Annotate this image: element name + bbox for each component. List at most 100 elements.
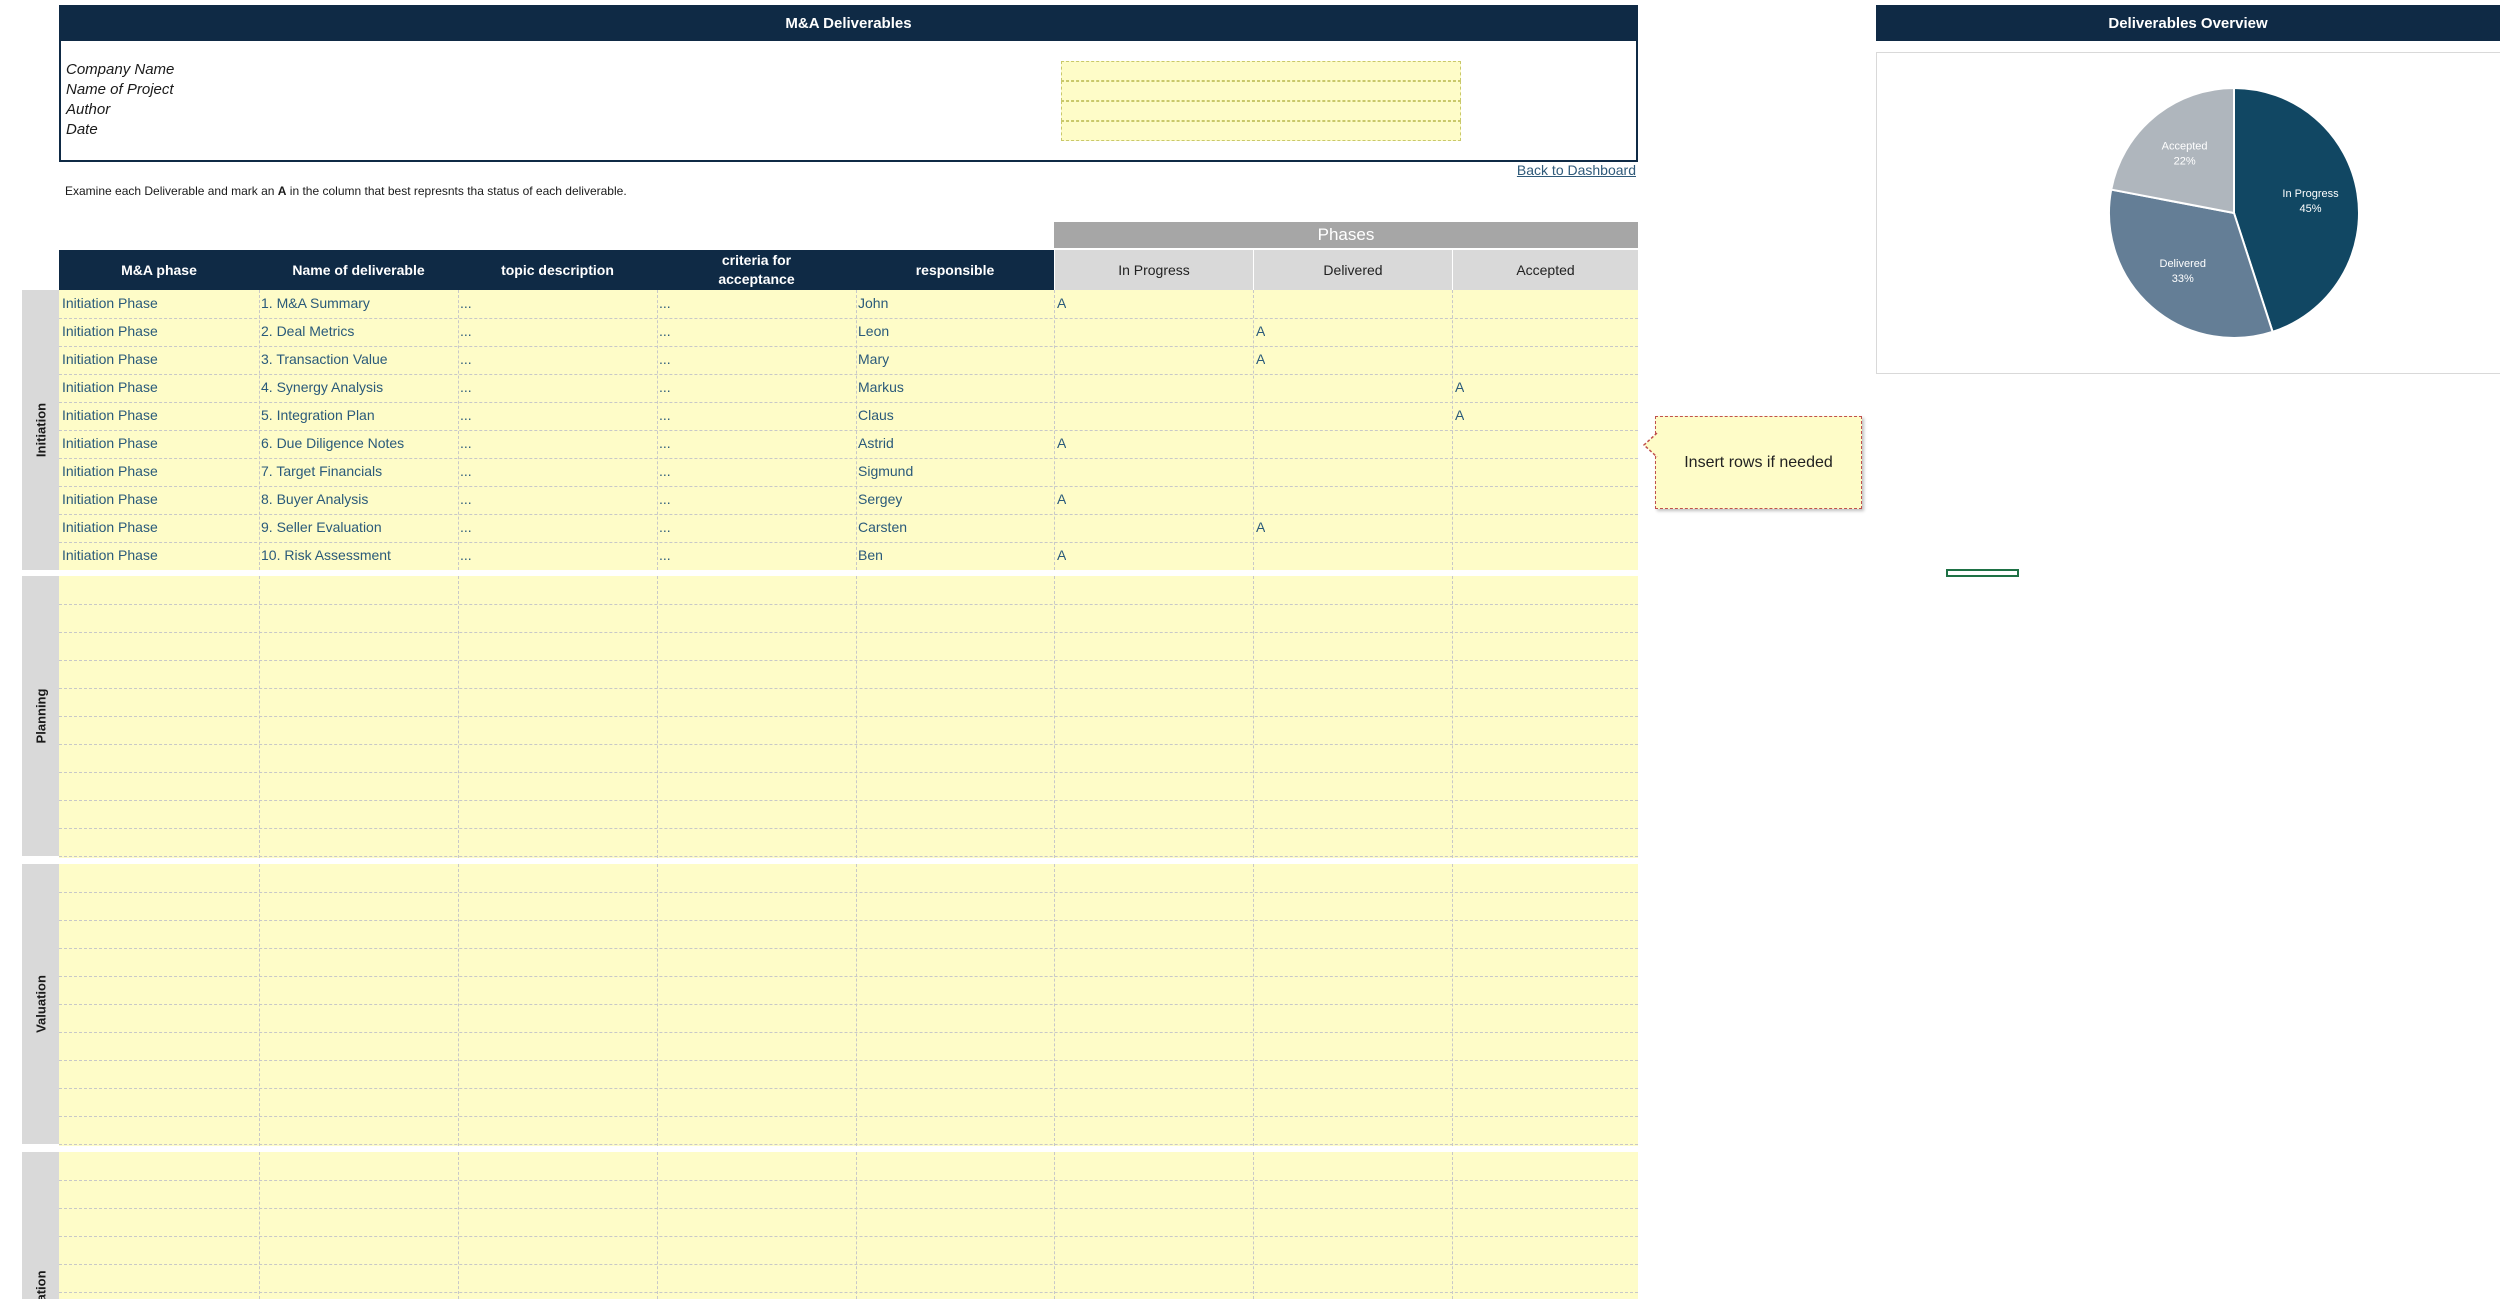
date-field[interactable] — [1061, 121, 1461, 141]
topic-cell[interactable]: ... — [460, 317, 472, 345]
in-progress-cell[interactable]: A — [1057, 541, 1066, 569]
col-header-topic: topic description — [458, 250, 657, 290]
section-label-valuation: Valuation — [22, 864, 59, 1144]
ma-phase-cell[interactable]: Initiation Phase — [62, 457, 158, 485]
grid-row-line — [59, 772, 1638, 773]
grid-row-line — [59, 856, 1638, 857]
in-progress-cell[interactable]: A — [1057, 485, 1066, 513]
criteria-cell[interactable]: ... — [659, 289, 671, 317]
topic-cell[interactable]: ... — [460, 289, 472, 317]
deliverables-title-bar: M&A Deliverables — [59, 5, 1638, 41]
grid-row-line — [59, 1088, 1638, 1089]
deliverable-name-cell[interactable]: 3. Transaction Value — [261, 345, 388, 373]
accepted-cell[interactable]: A — [1455, 373, 1464, 401]
criteria-cell[interactable]: ... — [659, 429, 671, 457]
responsible-cell[interactable]: John — [858, 289, 888, 317]
delivered-cell[interactable]: A — [1256, 317, 1265, 345]
topic-cell[interactable]: ... — [460, 401, 472, 429]
back-to-dashboard-link[interactable]: Back to Dashboard — [1480, 162, 1636, 178]
ma-phase-cell[interactable]: Initiation Phase — [62, 289, 158, 317]
ma-phase-cell[interactable]: Initiation Phase — [62, 429, 158, 457]
topic-cell[interactable]: ... — [460, 345, 472, 373]
author-field[interactable] — [1061, 101, 1461, 121]
grid-row-line — [59, 800, 1638, 801]
planning-section-grid[interactable] — [59, 576, 1638, 858]
grid-column-line — [1054, 1152, 1055, 1299]
ma-phase-cell[interactable]: Initiation Phase — [62, 485, 158, 513]
responsible-cell[interactable]: Leon — [858, 317, 889, 345]
responsible-cell[interactable]: Astrid — [858, 429, 894, 457]
grid-row-line — [59, 604, 1638, 605]
grid-column-line — [1054, 864, 1055, 1146]
ma-phase-cell[interactable]: Initiation Phase — [62, 541, 158, 569]
author-label: Author — [66, 101, 111, 118]
ma-phase-cell[interactable]: Initiation Phase — [62, 401, 158, 429]
pie-percent-label: 22% — [2174, 155, 2196, 167]
ma-phase-cell[interactable]: Initiation Phase — [62, 345, 158, 373]
deliverable-name-cell[interactable]: 9. Seller Evaluation — [261, 513, 382, 541]
grid-column-line — [856, 576, 857, 858]
implementation-section-grid[interactable] — [59, 1152, 1638, 1299]
criteria-cell[interactable]: ... — [659, 457, 671, 485]
deliverable-name-cell[interactable]: 8. Buyer Analysis — [261, 485, 368, 513]
deliverable-name-cell[interactable]: 2. Deal Metrics — [261, 317, 354, 345]
criteria-cell[interactable]: ... — [659, 485, 671, 513]
col-header-deliverable: Name of deliverable — [259, 250, 458, 290]
in-progress-cell[interactable]: A — [1057, 289, 1066, 317]
col-header-in-progress: In Progress — [1054, 250, 1253, 290]
topic-cell[interactable]: ... — [460, 457, 472, 485]
topic-cell[interactable]: ... — [460, 513, 472, 541]
criteria-cell[interactable]: ... — [659, 373, 671, 401]
deliverable-name-cell[interactable]: 5. Integration Plan — [261, 401, 375, 429]
in-progress-cell[interactable]: A — [1057, 429, 1066, 457]
delivered-cell[interactable]: A — [1256, 345, 1265, 373]
topic-cell[interactable]: ... — [460, 373, 472, 401]
topic-cell[interactable]: ... — [460, 541, 472, 569]
criteria-cell[interactable]: ... — [659, 317, 671, 345]
section-label-text: Planning — [33, 688, 48, 744]
responsible-cell[interactable]: Markus — [858, 373, 904, 401]
date-label: Date — [66, 121, 98, 138]
deliverable-name-cell[interactable]: 10. Risk Assessment — [261, 541, 391, 569]
criteria-cell[interactable]: ... — [659, 401, 671, 429]
ma-phase-cell[interactable]: Initiation Phase — [62, 317, 158, 345]
accepted-cell[interactable]: A — [1455, 401, 1464, 429]
grid-column-line — [1452, 576, 1453, 858]
grid-column-line — [657, 576, 658, 858]
deliverables-pie-chart[interactable]: In Progress 45% Delivered 33% Accepted 22% — [1876, 52, 2500, 374]
deliverable-name-cell[interactable]: 1. M&A Summary — [261, 289, 370, 317]
responsible-cell[interactable]: Sergey — [858, 485, 902, 513]
selected-cell[interactable] — [1946, 569, 2019, 577]
criteria-cell[interactable]: ... — [659, 513, 671, 541]
grid-row-line — [59, 688, 1638, 689]
ma-phase-cell[interactable]: Initiation Phase — [62, 513, 158, 541]
project-name-field[interactable] — [1061, 81, 1461, 101]
responsible-cell[interactable]: Claus — [858, 401, 894, 429]
valuation-section-grid[interactable] — [59, 864, 1638, 1146]
section-label-planning: Planning — [22, 576, 59, 856]
callout-pointer — [1642, 432, 1658, 458]
responsible-cell[interactable]: Carsten — [858, 513, 907, 541]
phases-label: Phases — [1317, 225, 1375, 244]
criteria-cell[interactable]: ... — [659, 541, 671, 569]
responsible-cell[interactable]: Mary — [858, 345, 889, 373]
topic-cell[interactable]: ... — [460, 429, 472, 457]
deliverable-name-cell[interactable]: 7. Target Financials — [261, 457, 382, 485]
criteria-cell[interactable]: ... — [659, 345, 671, 373]
section-label-text: Valuation — [33, 975, 48, 1033]
grid-column-line — [259, 864, 260, 1146]
company-name-field[interactable] — [1061, 61, 1461, 81]
grid-column-line — [259, 576, 260, 858]
grid-row-line — [59, 1292, 1638, 1293]
topic-cell[interactable]: ... — [460, 485, 472, 513]
grid-row-line — [59, 1236, 1638, 1237]
callout-text: Insert rows if needed — [1684, 453, 1833, 471]
ma-phase-cell[interactable]: Initiation Phase — [62, 373, 158, 401]
grid-row-line — [59, 744, 1638, 745]
responsible-cell[interactable]: Ben — [858, 541, 883, 569]
deliverable-name-cell[interactable]: 6. Due Diligence Notes — [261, 429, 404, 457]
delivered-cell[interactable]: A — [1256, 513, 1265, 541]
grid-row-line — [59, 920, 1638, 921]
responsible-cell[interactable]: Sigmund — [858, 457, 913, 485]
deliverable-name-cell[interactable]: 4. Synergy Analysis — [261, 373, 383, 401]
